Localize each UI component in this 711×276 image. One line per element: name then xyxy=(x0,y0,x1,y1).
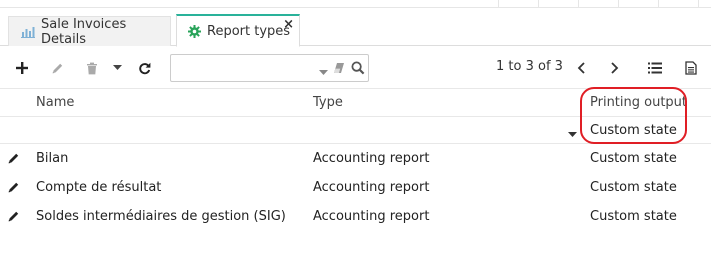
tab-label: Sale Invoices Details xyxy=(41,16,127,47)
table-row[interactable]: Compte de résultat Accounting report Cus… xyxy=(0,173,711,202)
chevron-left-icon xyxy=(577,62,585,74)
close-icon[interactable]: × xyxy=(283,18,294,31)
printing-output-filter-value[interactable]: Custom state xyxy=(590,123,677,138)
row-type: Accounting report xyxy=(313,209,430,224)
refresh-icon xyxy=(138,62,150,74)
edit-button[interactable] xyxy=(47,56,67,80)
caret-down-icon[interactable] xyxy=(568,127,577,142)
table-row[interactable]: Soldes intermédiaires de gestion (SIG) A… xyxy=(0,202,711,231)
divider xyxy=(618,0,619,8)
grid-filter-row: Custom state xyxy=(0,117,711,144)
top-strip xyxy=(0,0,711,8)
next-page-button[interactable] xyxy=(607,56,623,80)
divider xyxy=(498,0,499,8)
pencil-icon[interactable] xyxy=(7,152,20,169)
divider xyxy=(538,0,539,8)
row-type: Accounting report xyxy=(313,180,430,195)
delete-button[interactable] xyxy=(82,56,102,80)
divider xyxy=(658,0,659,8)
column-header-name[interactable]: Name xyxy=(36,95,74,110)
eraser-icon[interactable] xyxy=(332,62,346,78)
plus-icon xyxy=(16,62,28,74)
caret-down-icon xyxy=(112,65,122,70)
tab-sale-invoices-details[interactable]: Sale Invoices Details xyxy=(8,16,171,47)
table-row[interactable]: Bilan Accounting report Custom state xyxy=(0,144,711,173)
row-printing-output: Custom state xyxy=(590,209,677,224)
chevron-right-icon xyxy=(611,62,619,74)
list-icon xyxy=(648,62,662,74)
row-name: Compte de résultat xyxy=(36,180,162,195)
divider xyxy=(578,0,579,8)
search-icon[interactable] xyxy=(351,61,365,79)
grid-header: Name Type Printing output xyxy=(0,88,711,117)
document-icon xyxy=(685,61,697,75)
row-name: Soldes intermédiaires de gestion (SIG) xyxy=(36,209,286,224)
trash-icon xyxy=(87,62,97,74)
row-name: Bilan xyxy=(36,151,69,166)
add-button[interactable] xyxy=(12,56,32,80)
row-printing-output: Custom state xyxy=(590,151,677,166)
pencil-icon xyxy=(52,63,62,73)
tab-report-types[interactable]: Report types × xyxy=(176,14,300,47)
pager-text: 1 to 3 of 3 xyxy=(496,59,563,74)
row-type: Accounting report xyxy=(313,151,430,166)
column-header-type[interactable]: Type xyxy=(313,95,343,110)
tab-label: Report types xyxy=(207,23,291,39)
list-view-button[interactable] xyxy=(646,56,664,80)
column-header-printing-output[interactable]: Printing output xyxy=(590,95,687,110)
refresh-button[interactable] xyxy=(134,56,154,80)
filter-input[interactable] xyxy=(175,58,315,78)
delete-options-button[interactable] xyxy=(110,56,124,80)
filter-box xyxy=(170,54,369,82)
bar-chart-icon xyxy=(21,26,35,38)
divider xyxy=(698,0,699,8)
pencil-icon[interactable] xyxy=(7,181,20,198)
form-view-button[interactable] xyxy=(682,56,700,80)
row-printing-output: Custom state xyxy=(590,180,677,195)
tab-bar: Sale Invoices Details Report types × xyxy=(0,14,711,47)
gear-icon xyxy=(188,24,201,38)
caret-down-icon[interactable] xyxy=(319,65,328,80)
previous-page-button[interactable] xyxy=(573,56,589,80)
pencil-icon[interactable] xyxy=(7,210,20,227)
toolbar: 1 to 3 of 3 xyxy=(0,50,711,86)
